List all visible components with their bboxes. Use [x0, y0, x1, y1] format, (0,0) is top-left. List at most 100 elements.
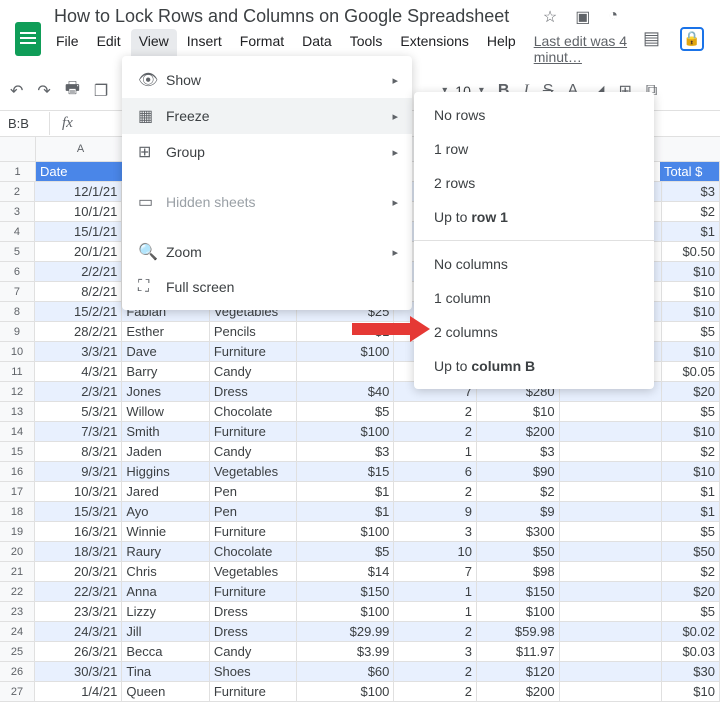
cell-qty[interactable]: 2: [394, 682, 477, 701]
cell-item[interactable]: Furniture: [210, 422, 297, 441]
freeze-no-rows[interactable]: No rows: [414, 98, 654, 132]
cell-name[interactable]: Winnie: [122, 522, 209, 541]
cell-subtotal[interactable]: $150: [477, 582, 560, 601]
cell-item[interactable]: Vegetables: [210, 562, 297, 581]
cell-date[interactable]: 20/1/21: [35, 242, 122, 261]
cell-blank[interactable]: [560, 402, 662, 421]
cell-item[interactable]: Candy: [210, 442, 297, 461]
cell-price[interactable]: $1: [297, 482, 394, 501]
cell-price[interactable]: $15: [297, 462, 394, 481]
cell-date[interactable]: 2/2/21: [35, 262, 122, 281]
cell-date[interactable]: 20/3/21: [35, 562, 122, 581]
redo-icon[interactable]: ↷: [37, 81, 50, 101]
cell-blank[interactable]: [560, 622, 662, 641]
row-header[interactable]: 6: [0, 262, 35, 281]
cell-qty[interactable]: 2: [394, 422, 477, 441]
cell-blank[interactable]: [560, 582, 662, 601]
cell-price[interactable]: $100: [297, 682, 394, 701]
cell-name[interactable]: Barry: [122, 362, 209, 381]
cell-blank[interactable]: [560, 462, 662, 481]
cell-date[interactable]: 28/2/21: [35, 322, 122, 341]
cell-total[interactable]: $0.05: [662, 362, 720, 381]
cell-qty[interactable]: 2: [394, 662, 477, 681]
cell-total[interactable]: $2: [662, 562, 720, 581]
cell-qty[interactable]: 3: [394, 642, 477, 661]
menu-fullscreen[interactable]: ⛶Full screen: [122, 270, 412, 304]
move-icon[interactable]: ▣: [575, 7, 590, 27]
cell-total[interactable]: $0.02: [662, 622, 720, 641]
cell-name[interactable]: Raury: [122, 542, 209, 561]
cell-name[interactable]: Dave: [122, 342, 209, 361]
freeze-1-row[interactable]: 1 row: [414, 132, 654, 166]
cell-qty[interactable]: 9: [394, 502, 477, 521]
freeze-2-rows[interactable]: 2 rows: [414, 166, 654, 200]
cell-price[interactable]: $3: [297, 442, 394, 461]
table-row[interactable]: 2222/3/21AnnaFurniture$1501$150$20: [0, 582, 720, 602]
cell-price[interactable]: $1: [297, 322, 394, 341]
cell-item[interactable]: Furniture: [210, 582, 297, 601]
row-header[interactable]: 12: [0, 382, 35, 401]
cell-date[interactable]: 7/3/21: [35, 422, 122, 441]
cell-date[interactable]: 22/3/21: [35, 582, 122, 601]
cell-name[interactable]: Ayo: [122, 502, 209, 521]
sheets-logo[interactable]: [8, 19, 48, 59]
row-header[interactable]: 18: [0, 502, 35, 521]
cell-name[interactable]: Lizzy: [122, 602, 209, 621]
table-row[interactable]: 1710/3/21JaredPen$12$2$1: [0, 482, 720, 502]
row-header[interactable]: 15: [0, 442, 35, 461]
cell-name[interactable]: Anna: [122, 582, 209, 601]
row-header[interactable]: 23: [0, 602, 35, 621]
table-row[interactable]: 2323/3/21LizzyDress$1001$100$5: [0, 602, 720, 622]
cell-name[interactable]: Queen: [122, 682, 209, 701]
comments-icon[interactable]: ▤: [643, 28, 660, 49]
cell-total[interactable]: $10: [662, 262, 720, 281]
name-box[interactable]: B:B: [0, 112, 50, 135]
cell-price[interactable]: $14: [297, 562, 394, 581]
cell-total[interactable]: $5: [662, 402, 720, 421]
cell-total[interactable]: $10: [662, 462, 720, 481]
cell-item[interactable]: Pen: [210, 482, 297, 501]
row-header[interactable]: 21: [0, 562, 35, 581]
cell-price[interactable]: $5: [297, 402, 394, 421]
cell-total[interactable]: $30: [662, 662, 720, 681]
freeze-up-to-col[interactable]: Up to column B: [414, 349, 654, 383]
cell-subtotal[interactable]: $59.98: [477, 622, 560, 641]
cell-blank[interactable]: [560, 682, 662, 701]
cell-subtotal[interactable]: $10: [477, 402, 560, 421]
menu-group[interactable]: ⊞Group▸: [122, 134, 412, 170]
cell-total[interactable]: $3: [662, 182, 720, 201]
cell-item[interactable]: Shoes: [210, 662, 297, 681]
cell-date[interactable]: 15/1/21: [35, 222, 122, 241]
row-header[interactable]: 27: [0, 682, 35, 701]
cell-total[interactable]: $1: [662, 222, 720, 241]
cell-total[interactable]: $10: [662, 682, 720, 701]
cell-date[interactable]: 15/3/21: [35, 502, 122, 521]
cell-item[interactable]: Vegetables: [210, 462, 297, 481]
cell-name[interactable]: Tina: [122, 662, 209, 681]
select-all-corner[interactable]: [0, 137, 36, 161]
cloud-icon[interactable]: ◔: [608, 7, 618, 27]
cell-total[interactable]: $1: [662, 502, 720, 521]
menu-show[interactable]: 👁Show▸: [122, 62, 412, 98]
row-header[interactable]: 11: [0, 362, 35, 381]
cell-subtotal[interactable]: $2: [477, 482, 560, 501]
cell-item[interactable]: Chocolate: [210, 402, 297, 421]
cell-price[interactable]: $40: [297, 382, 394, 401]
cell-blank[interactable]: [560, 502, 662, 521]
table-row[interactable]: 147/3/21SmithFurniture$1002$200$10: [0, 422, 720, 442]
cell-item[interactable]: Dress: [210, 602, 297, 621]
cell-name[interactable]: Higgins: [122, 462, 209, 481]
cell-date[interactable]: 10/3/21: [35, 482, 122, 501]
cell-total[interactable]: $0.50: [662, 242, 720, 261]
cell-date[interactable]: 4/3/21: [35, 362, 122, 381]
cell-price[interactable]: $29.99: [297, 622, 394, 641]
cell-total[interactable]: $20: [662, 582, 720, 601]
col-header-a[interactable]: A: [36, 137, 126, 161]
row-header[interactable]: 26: [0, 662, 35, 681]
cell-total[interactable]: $50: [662, 542, 720, 561]
cell-date[interactable]: 23/3/21: [35, 602, 122, 621]
cell-blank[interactable]: [560, 522, 662, 541]
cell-qty[interactable]: 2: [394, 482, 477, 501]
table-row[interactable]: 158/3/21JadenCandy$31$3$2: [0, 442, 720, 462]
row-header[interactable]: 19: [0, 522, 35, 541]
